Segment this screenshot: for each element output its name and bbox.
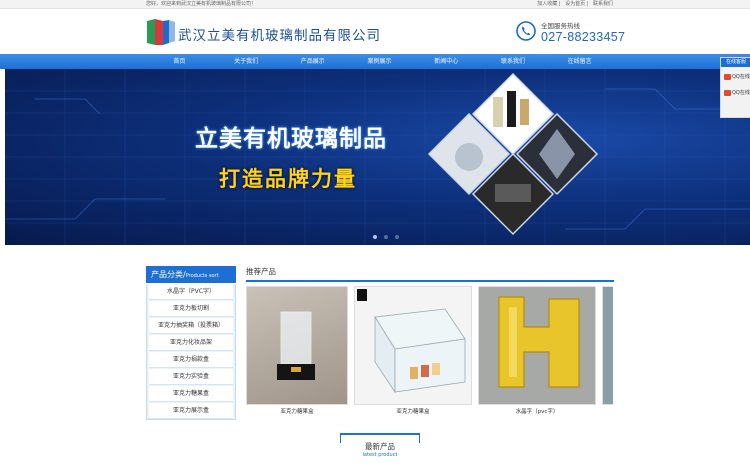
nav-item-news[interactable]: 新闻中心: [413, 54, 480, 69]
candy-box-image: [357, 289, 466, 394]
nav-item-about[interactable]: 关于我们: [213, 54, 280, 69]
latest-title: 最新产品: [365, 442, 395, 451]
phone-icon: [516, 21, 536, 41]
latest-products-heading: 最新产品 latest product: [340, 433, 420, 465]
nav-item-message[interactable]: 在线留言: [546, 54, 613, 69]
category-item[interactable]: 亚克力抽奖箱（投票箱）: [149, 318, 233, 334]
nav-item-cases[interactable]: 案例展示: [346, 54, 413, 69]
category-header: 产品分类/Products sort: [146, 266, 236, 283]
hotline-label: 全国服务热线: [541, 22, 580, 30]
nav-item-home[interactable]: 首页: [146, 54, 213, 69]
top-bar: 您好，欢迎来到武汉立美有机玻璃制品有限公司！ 加入收藏 | 设为首页 | 联系我…: [0, 0, 750, 9]
product-image[interactable]: [354, 286, 472, 405]
recommended-title: 推荐产品: [246, 267, 276, 276]
category-title-en: Products sort: [185, 273, 219, 279]
main-nav: 首页 关于我们 产品展示 案例展示 新闻中心 联系我们 在线留言: [0, 54, 750, 69]
category-item[interactable]: 亚克力板切割: [149, 301, 233, 317]
product-caption[interactable]: 亚克力糖果盒: [246, 407, 348, 415]
hotline-number: 027-88233457: [541, 30, 626, 44]
product-image[interactable]: [478, 286, 596, 405]
nav-item-contact[interactable]: 联系我们: [480, 54, 547, 69]
category-item[interactable]: 亚克力实验盒: [149, 369, 233, 385]
recommended-products: 推荐产品 亚克力糖果盒 亚克力糖果盒 水晶字（pvc字）: [246, 266, 614, 415]
set-homepage-link[interactable]: 设为首页: [565, 1, 585, 7]
company-name: 武汉立美有机玻璃制品有限公司: [178, 28, 381, 44]
online-service-panel: 在线客服 QQ在线 QQ在线: [720, 57, 750, 118]
banner-headline: 立美有机玻璃制品: [195, 126, 387, 152]
product-caption[interactable]: 水晶字（pvc字）: [478, 407, 596, 415]
qq-icon: [724, 73, 731, 80]
category-item[interactable]: 亚克力糖果盒: [149, 386, 233, 402]
category-item[interactable]: 亚克力展示盒: [149, 403, 233, 419]
category-item[interactable]: 亚克力捐款盒: [149, 352, 233, 368]
qq-online-label: QQ在线: [732, 74, 750, 80]
banner-subline: 打造品牌力量: [219, 167, 357, 191]
product-image[interactable]: [246, 286, 348, 405]
slide-indicators: [373, 235, 399, 239]
qq-online-button[interactable]: QQ在线: [724, 73, 750, 80]
category-title: 产品分类/: [151, 270, 186, 279]
company-logo[interactable]: [146, 17, 176, 47]
category-item[interactable]: 亚克力化妆品架: [149, 335, 233, 351]
qq-icon: [724, 89, 731, 96]
slide-dot[interactable]: [373, 235, 377, 239]
banner-background: [5, 69, 750, 245]
product-caption[interactable]: 亚克力糖果盒: [354, 407, 472, 415]
online-service-title: 在线客服: [721, 58, 750, 67]
slide-dot[interactable]: [384, 235, 388, 239]
qq-online-label: QQ在线: [732, 90, 750, 96]
site-header: 武汉立美有机玻璃制品有限公司 全国服务热线 027-88233457: [0, 9, 750, 54]
latest-subtitle: latest product: [362, 452, 398, 458]
product-image[interactable]: [602, 286, 613, 405]
candy-box-image: [277, 311, 315, 380]
crystal-letter-image: [498, 296, 580, 388]
add-favorite-link[interactable]: 加入收藏: [537, 1, 557, 7]
contact-us-link[interactable]: 联系我们: [593, 1, 613, 7]
welcome-text: 您好，欢迎来到武汉立美有机玻璃制品有限公司！: [146, 1, 257, 7]
hero-banner[interactable]: 立美有机玻璃制品 打造品牌力量: [5, 69, 750, 245]
section-divider: [246, 280, 614, 282]
nav-item-products[interactable]: 产品展示: [279, 54, 346, 69]
qq-online-button[interactable]: QQ在线: [724, 89, 750, 96]
slide-dot[interactable]: [395, 235, 399, 239]
banner-product-images: [427, 72, 599, 236]
product-category-sidebar: 产品分类/Products sort 水晶字（PVC字） 亚克力板切割 亚克力抽…: [146, 266, 236, 420]
top-links: 加入收藏 | 设为首页 | 联系我们: [537, 1, 613, 7]
category-item[interactable]: 水晶字（PVC字）: [149, 284, 233, 300]
